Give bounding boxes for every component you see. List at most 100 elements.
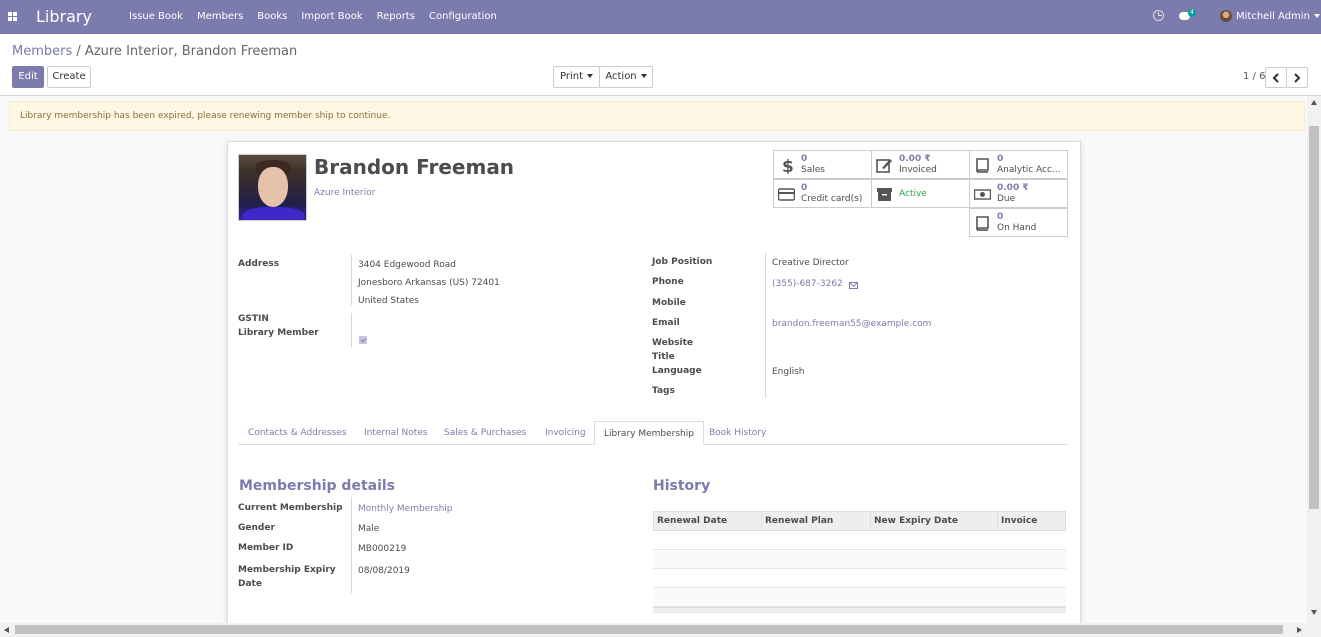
horizontal-scrollbar[interactable] bbox=[0, 623, 1321, 637]
phone-link[interactable]: (355)-687-3262 bbox=[772, 279, 843, 289]
analytic-stat-button[interactable]: 0 Analytic Acc... bbox=[969, 150, 1068, 179]
menu-item-import-book[interactable]: Import Book bbox=[301, 11, 362, 22]
active-label: Active bbox=[899, 189, 927, 199]
table-footer bbox=[653, 607, 1066, 613]
field-divider bbox=[765, 253, 766, 398]
country-field: United States bbox=[358, 296, 419, 306]
form-sheet: Brandon Freeman Azure Interior $ 0 Sales… bbox=[227, 141, 1081, 623]
breadcrumb-separator: / bbox=[76, 44, 81, 59]
tab-library-membership[interactable]: Library Membership bbox=[594, 421, 704, 445]
tab-book-history[interactable]: Book History bbox=[709, 421, 766, 445]
onhand-stat-button[interactable]: 0 On Hand bbox=[969, 208, 1068, 237]
breadcrumb-current: Azure Interior, Brandon Freeman bbox=[84, 44, 298, 59]
scroll-left-icon[interactable] bbox=[4, 627, 9, 633]
email-link[interactable]: brandon.freeman55@example.com bbox=[772, 319, 931, 329]
app-title[interactable]: Library bbox=[36, 7, 92, 26]
library-member-checkbox[interactable] bbox=[359, 336, 367, 344]
city-state-zip-field: Jonesboro Arkansas (US) 72401 bbox=[358, 278, 500, 288]
tab-sales-purchases[interactable]: Sales & Purchases bbox=[444, 421, 526, 445]
breadcrumb-members[interactable]: Members bbox=[12, 44, 72, 59]
tab-internal-notes[interactable]: Internal Notes bbox=[364, 421, 428, 445]
analytic-label: Analytic Acc... bbox=[997, 165, 1061, 175]
credit-value: 0 bbox=[801, 183, 808, 193]
gender-field: Male bbox=[358, 524, 380, 534]
job-position-field: Creative Director bbox=[772, 258, 849, 268]
sms-envelope-icon[interactable] bbox=[849, 282, 858, 289]
member-id-field: MB000219 bbox=[358, 544, 407, 554]
table-row bbox=[653, 531, 1066, 550]
notebook-tabs: Contacts & Addresses Internal Notes Sale… bbox=[238, 421, 1068, 445]
table-row bbox=[653, 569, 1066, 588]
form-view: Library membership has been expired, ple… bbox=[0, 96, 1307, 623]
pager-next-button[interactable] bbox=[1286, 67, 1308, 88]
current-membership-link[interactable]: Monthly Membership bbox=[358, 504, 453, 514]
tab-contacts-addresses[interactable]: Contacts & Addresses bbox=[248, 421, 347, 445]
main-menu: Issue Book Members Books Import Book Rep… bbox=[129, 11, 511, 22]
title-label: Title bbox=[652, 352, 675, 362]
mobile-label: Mobile bbox=[652, 298, 686, 308]
caret-down-icon bbox=[640, 74, 647, 78]
user-menu[interactable]: Mitchell Admin bbox=[1236, 11, 1320, 22]
create-button[interactable]: Create bbox=[47, 66, 91, 88]
field-divider bbox=[351, 255, 352, 305]
sales-stat-button[interactable]: $ 0 Sales bbox=[773, 150, 872, 179]
column-renewal-date[interactable]: Renewal Date bbox=[657, 516, 727, 526]
clock-icon[interactable] bbox=[1153, 10, 1164, 21]
print-button[interactable]: Print bbox=[553, 66, 600, 88]
table-header: Renewal Date Renewal Plan New Expiry Dat… bbox=[653, 511, 1066, 531]
invoiced-stat-button[interactable]: 0.00 ₹ Invoiced bbox=[871, 150, 970, 179]
vertical-scrollbar[interactable] bbox=[1307, 96, 1321, 623]
svg-text:$: $ bbox=[782, 157, 794, 174]
column-invoice[interactable]: Invoice bbox=[1001, 516, 1037, 526]
credit-card-stat-button[interactable]: 0 Credit card(s) bbox=[773, 179, 872, 208]
edit-button[interactable]: Edit bbox=[12, 66, 44, 88]
tab-invoicing[interactable]: Invoicing bbox=[545, 421, 586, 445]
breadcrumb: Members / Azure Interior, Brandon Freema… bbox=[12, 44, 297, 59]
gstin-label: GSTIN bbox=[238, 314, 269, 324]
vertical-scroll-thumb[interactable] bbox=[1309, 126, 1319, 509]
scroll-up-icon[interactable] bbox=[1311, 100, 1317, 105]
current-membership-label: Current Membership bbox=[238, 503, 343, 513]
scroll-right-icon[interactable] bbox=[1297, 627, 1302, 633]
menu-item-configuration[interactable]: Configuration bbox=[429, 11, 497, 22]
address-label: Address bbox=[238, 259, 280, 269]
book-icon bbox=[976, 216, 989, 231]
caret-down-icon bbox=[587, 74, 593, 78]
company-link[interactable]: Azure Interior bbox=[314, 188, 375, 198]
horizontal-scroll-thumb[interactable] bbox=[15, 625, 1283, 634]
field-divider bbox=[351, 497, 352, 593]
action-button[interactable]: Action bbox=[599, 66, 653, 88]
menu-item-books[interactable]: Books bbox=[257, 11, 287, 22]
onhand-value: 0 bbox=[997, 212, 1004, 222]
gender-label: Gender bbox=[238, 523, 275, 533]
menu-item-reports[interactable]: Reports bbox=[377, 11, 415, 22]
money-icon bbox=[974, 189, 991, 200]
analytic-value: 0 bbox=[997, 154, 1004, 164]
credit-label: Credit card(s) bbox=[801, 194, 863, 204]
action-label: Action bbox=[605, 71, 637, 82]
pager-previous-button[interactable] bbox=[1265, 67, 1287, 88]
due-stat-button[interactable]: 0.00 ₹ Due bbox=[969, 179, 1068, 208]
apps-icon[interactable] bbox=[8, 12, 17, 21]
scroll-down-icon[interactable] bbox=[1311, 610, 1317, 615]
avatar[interactable] bbox=[1220, 10, 1232, 22]
column-new-expiry-date[interactable]: New Expiry Date bbox=[874, 516, 958, 526]
menu-item-members[interactable]: Members bbox=[197, 11, 243, 22]
field-divider bbox=[351, 313, 352, 347]
active-toggle-button[interactable]: Active bbox=[871, 179, 970, 208]
membership-details-title: Membership details bbox=[239, 478, 396, 494]
pager-value[interactable]: 1 / 6 bbox=[1243, 71, 1265, 82]
column-renewal-plan[interactable]: Renewal Plan bbox=[765, 516, 833, 526]
language-field[interactable]: English bbox=[772, 367, 805, 377]
pencil-square-icon bbox=[876, 159, 892, 173]
menu-item-issue-book[interactable]: Issue Book bbox=[129, 11, 183, 22]
table-row bbox=[653, 550, 1066, 569]
print-label: Print bbox=[559, 71, 583, 82]
partner-photo[interactable] bbox=[238, 154, 307, 221]
job-position-label: Job Position bbox=[652, 257, 713, 267]
membership-expired-alert: Library membership has been expired, ple… bbox=[9, 101, 1305, 131]
due-value: 0.00 ₹ bbox=[997, 183, 1029, 193]
street-field: 3404 Edgewood Road bbox=[358, 260, 456, 270]
archive-icon bbox=[877, 188, 892, 201]
user-name: Mitchell Admin bbox=[1236, 11, 1310, 22]
